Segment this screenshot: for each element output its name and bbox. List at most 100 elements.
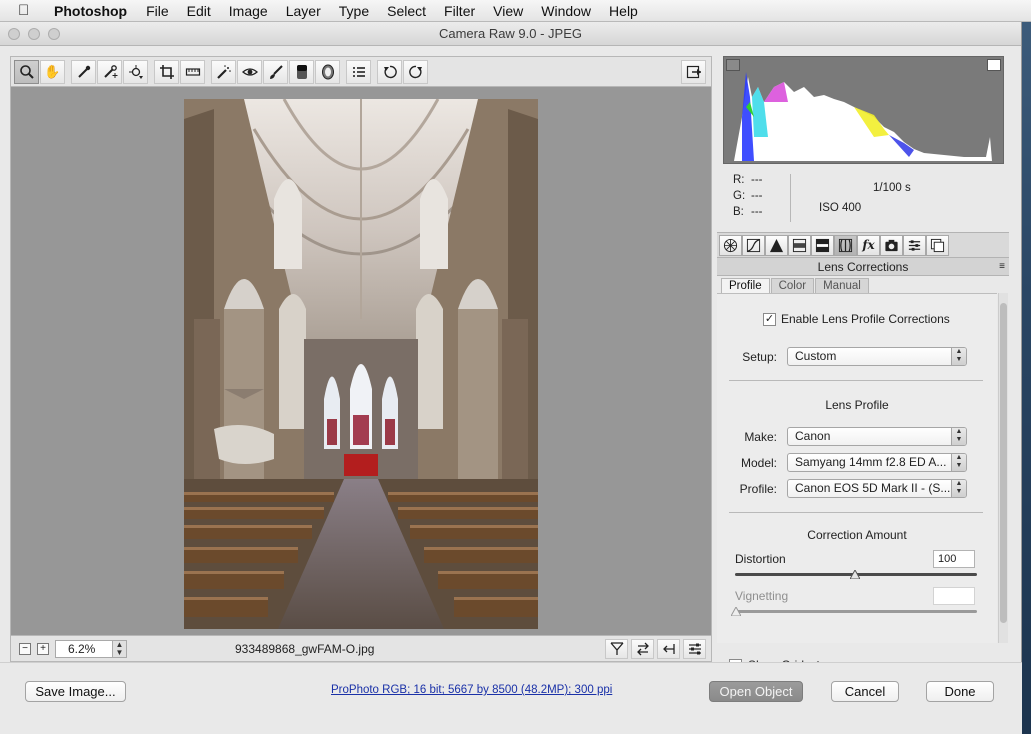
tab-profile[interactable]: Profile bbox=[721, 278, 770, 294]
shadow-clipping-icon[interactable] bbox=[726, 59, 740, 71]
vignetting-slider-thumb[interactable] bbox=[731, 607, 741, 616]
menu-edit[interactable]: Edit bbox=[178, 3, 220, 19]
effects-fx-icon[interactable]: fx bbox=[857, 234, 880, 256]
preview-pane: ✋ − + 6.2% ▲ ▼ 933489868_gwFAM-O.jpg bbox=[10, 56, 712, 662]
zoom-out-button[interactable]: − bbox=[19, 642, 31, 655]
copy-settings-icon[interactable] bbox=[657, 639, 680, 659]
image-preview-area[interactable] bbox=[10, 86, 712, 636]
basic-panel-icon[interactable] bbox=[719, 234, 742, 256]
hsl-icon[interactable] bbox=[788, 234, 811, 256]
workflow-options-link[interactable]: ProPhoto RGB; 16 bit; 5667 by 8500 (48.2… bbox=[331, 684, 612, 696]
tab-manual[interactable]: Manual bbox=[815, 278, 869, 294]
menu-help[interactable]: Help bbox=[600, 3, 647, 19]
make-select[interactable]: Canon ▲ ▼ bbox=[787, 427, 967, 446]
lens-profile-heading: Lens Profile bbox=[825, 398, 889, 412]
close-window-button[interactable] bbox=[8, 28, 20, 40]
scrollbar-thumb[interactable] bbox=[1000, 303, 1007, 623]
zoom-window-button[interactable] bbox=[48, 28, 60, 40]
apple-icon[interactable]:  bbox=[18, 2, 40, 19]
enable-profile-label: Enable Lens Profile Corrections bbox=[781, 312, 950, 326]
presets-icon[interactable] bbox=[903, 234, 926, 256]
model-label: Model: bbox=[740, 455, 777, 470]
church-interior-photo bbox=[184, 99, 538, 629]
save-image-button[interactable]: Save Image... bbox=[25, 681, 126, 702]
lens-profile-panel: ✓ Enable Lens Profile Corrections Setup:… bbox=[717, 293, 997, 643]
dialog-footer: Save Image... ProPhoto RGB; 16 bit; 5667… bbox=[0, 662, 1022, 734]
tone-curve-icon[interactable] bbox=[742, 234, 765, 256]
red-eye-tool-icon[interactable] bbox=[237, 59, 262, 84]
readout-divider bbox=[790, 174, 791, 222]
crop-tool-icon[interactable] bbox=[154, 59, 179, 84]
panel-title: Lens Corrections bbox=[817, 260, 909, 274]
chevron-updown-icon: ▲ ▼ bbox=[951, 480, 966, 497]
distortion-slider-thumb[interactable] bbox=[850, 570, 860, 579]
white-balance-tool-icon[interactable] bbox=[71, 59, 96, 84]
menu-app-name[interactable]: Photoshop bbox=[50, 3, 137, 19]
toolbar: ✋ bbox=[10, 56, 712, 86]
profile-row: Profile: Canon EOS 5D Mark II - (S... ▲ ▼ bbox=[717, 479, 967, 498]
menu-window[interactable]: Window bbox=[532, 3, 600, 19]
targeted-adjustment-tool-icon[interactable] bbox=[123, 59, 148, 84]
toggle-settings-icon[interactable] bbox=[683, 639, 706, 659]
vignetting-input[interactable] bbox=[933, 587, 975, 605]
swap-settings-icon[interactable] bbox=[631, 639, 654, 659]
correction-amount-heading: Correction Amount bbox=[807, 528, 907, 542]
highlight-clipping-icon[interactable] bbox=[987, 59, 1001, 71]
radial-filter-tool-icon[interactable] bbox=[315, 59, 340, 84]
minimize-window-button[interactable] bbox=[28, 28, 40, 40]
rotate-right-icon[interactable] bbox=[403, 59, 428, 84]
spot-removal-tool-icon[interactable] bbox=[211, 59, 236, 84]
menu-type[interactable]: Type bbox=[330, 3, 378, 19]
r-value: --- bbox=[751, 174, 763, 186]
view-toggles bbox=[605, 639, 707, 659]
g-value: --- bbox=[751, 190, 763, 202]
make-row: Make: Canon ▲ ▼ bbox=[717, 427, 967, 446]
vignetting-label: Vignetting bbox=[735, 589, 789, 603]
panel-scrollbar[interactable] bbox=[998, 293, 1008, 643]
setup-label: Setup: bbox=[742, 349, 777, 364]
before-after-icon[interactable] bbox=[605, 639, 628, 659]
distortion-label: Distortion bbox=[735, 552, 786, 566]
preferences-list-icon[interactable] bbox=[346, 59, 371, 84]
enable-profile-checkbox[interactable]: ✓ bbox=[763, 312, 776, 326]
rgb-readout: R: --- G: --- B: --- 1/100 s ISO 400 bbox=[723, 170, 1004, 226]
zoom-tool-icon[interactable] bbox=[14, 59, 39, 84]
menu-view[interactable]: View bbox=[484, 3, 532, 19]
menu-image[interactable]: Image bbox=[220, 3, 277, 19]
camera-calibration-icon[interactable] bbox=[880, 234, 903, 256]
snapshots-icon[interactable] bbox=[926, 234, 949, 256]
menu-file[interactable]: File bbox=[137, 3, 178, 19]
rotate-left-icon[interactable] bbox=[377, 59, 402, 84]
zoom-in-button[interactable]: + bbox=[37, 642, 49, 655]
vignetting-slider[interactable] bbox=[735, 610, 977, 613]
adjustment-brush-tool-icon[interactable] bbox=[263, 59, 288, 84]
hand-tool-icon[interactable]: ✋ bbox=[40, 59, 65, 84]
cancel-button[interactable]: Cancel bbox=[831, 681, 899, 702]
setup-select[interactable]: Custom ▲ ▼ bbox=[787, 347, 967, 366]
menu-filter[interactable]: Filter bbox=[435, 3, 484, 19]
menu-select[interactable]: Select bbox=[378, 3, 435, 19]
make-value: Canon bbox=[795, 429, 831, 443]
panel-menu-icon[interactable]: ≡ bbox=[999, 258, 1005, 276]
straighten-tool-icon[interactable] bbox=[180, 59, 205, 84]
enable-profile-row[interactable]: ✓ Enable Lens Profile Corrections bbox=[763, 312, 950, 326]
split-toning-icon[interactable] bbox=[811, 234, 834, 256]
divider bbox=[729, 512, 983, 513]
detail-icon[interactable] bbox=[765, 234, 788, 256]
distortion-input[interactable]: 100 bbox=[933, 550, 975, 568]
g-label: G: bbox=[733, 190, 746, 202]
color-sampler-tool-icon[interactable] bbox=[97, 59, 122, 84]
open-in-photoshop-icon[interactable] bbox=[681, 60, 706, 84]
zoom-level-select[interactable]: 6.2% ▲ ▼ bbox=[55, 639, 127, 658]
graduated-filter-tool-icon[interactable] bbox=[289, 59, 314, 84]
tab-color[interactable]: Color bbox=[770, 278, 815, 294]
model-select[interactable]: Samyang 14mm f2.8 ED A... ▲ ▼ bbox=[787, 453, 967, 472]
window-title: Camera Raw 9.0 - JPEG bbox=[438, 26, 583, 41]
profile-value: Canon EOS 5D Mark II - (S... bbox=[795, 481, 951, 495]
setup-value: Custom bbox=[795, 349, 837, 363]
menu-layer[interactable]: Layer bbox=[277, 3, 330, 19]
profile-select[interactable]: Canon EOS 5D Mark II - (S... ▲ ▼ bbox=[787, 479, 967, 498]
lens-corrections-icon[interactable] bbox=[834, 234, 857, 256]
open-object-button[interactable]: Open Object bbox=[709, 681, 803, 702]
done-button[interactable]: Done bbox=[926, 681, 994, 702]
